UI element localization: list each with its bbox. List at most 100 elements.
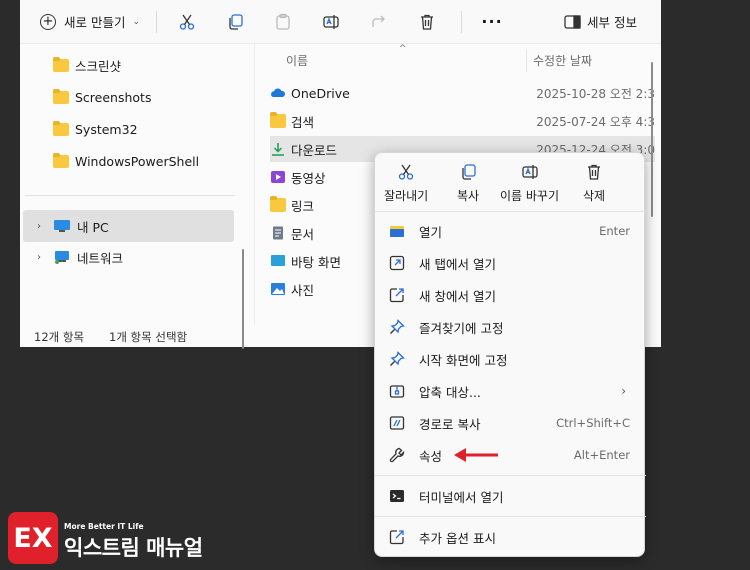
folder-icon xyxy=(53,152,69,168)
copy-path-icon xyxy=(389,416,405,430)
item-count: 12개 항목 xyxy=(34,330,85,344)
folder-icon xyxy=(53,88,69,104)
nav-item-network[interactable]: › 네트워크 xyxy=(23,241,234,273)
menu-item-label: 열기 xyxy=(419,224,443,240)
nav-folder-item[interactable]: 스크린샷 xyxy=(53,53,121,77)
nav-folder-item[interactable]: System32 xyxy=(53,117,138,141)
folder-icon xyxy=(270,112,286,128)
folder-icon xyxy=(53,56,69,72)
column-header-name[interactable]: 이름 xyxy=(286,52,308,69)
logo-name: 익스트림 매뉴얼 xyxy=(64,536,203,560)
new-window-icon xyxy=(389,288,404,303)
share-button[interactable] xyxy=(365,8,393,36)
new-button[interactable]: + 새로 만들기 ⌄ xyxy=(40,7,140,37)
nav-item-this-pc[interactable]: › 내 PC xyxy=(23,210,234,242)
paste-icon xyxy=(276,13,290,30)
nav-network-label: 네트워크 xyxy=(77,250,124,266)
copy-icon xyxy=(229,13,243,30)
more-options-icon xyxy=(389,530,404,545)
delete-button[interactable] xyxy=(413,8,441,36)
menu-item-label: 즐겨찾기에 고정 xyxy=(419,320,504,336)
menu-item-pin-start[interactable]: 시작 화면에 고정 xyxy=(381,344,640,374)
new-button-label: 새로 만들기 xyxy=(64,15,126,30)
column-divider[interactable] xyxy=(526,50,527,72)
menu-item-properties[interactable]: 속성 Alt+Enter xyxy=(381,440,640,470)
menu-item-open-new-window[interactable]: 새 창에서 열기 xyxy=(381,280,640,310)
details-pane-button[interactable]: 세부 정보 xyxy=(564,12,637,31)
column-header-date[interactable]: 수정한 날짜 xyxy=(533,52,592,69)
paste-button[interactable] xyxy=(269,8,297,36)
file-name: OneDrive xyxy=(291,85,350,101)
menu-item-open-new-tab[interactable]: 새 탭에서 열기 xyxy=(381,248,640,278)
menu-separator xyxy=(375,516,646,517)
copy-action[interactable]: 복사 xyxy=(457,163,479,204)
video-icon xyxy=(271,171,285,183)
nav-folder-item[interactable]: Screenshots xyxy=(53,85,151,109)
more-button[interactable]: ··· xyxy=(478,8,506,36)
copy-action-label: 복사 xyxy=(457,189,480,203)
cloud-icon xyxy=(271,88,286,97)
chevron-right-icon[interactable]: › xyxy=(29,252,49,263)
menu-item-label: 추가 옵션 표시 xyxy=(419,530,496,546)
folder-icon xyxy=(270,196,286,212)
menu-item-label: 새 창에서 열기 xyxy=(419,288,496,304)
delete-action[interactable]: 삭제 xyxy=(583,163,605,204)
nav-folder-label: WindowsPowerShell xyxy=(75,153,200,169)
copy-icon xyxy=(462,164,476,180)
file-name: 검색 xyxy=(291,114,315,130)
menu-item-open-terminal[interactable]: 터미널에서 열기 xyxy=(381,481,640,511)
file-date: 2025-10-28 오전 2:3 xyxy=(536,86,655,101)
desktop-icon xyxy=(271,255,285,266)
navigation-pane: 스크린샷 Screenshots System32 WindowsPowerSh… xyxy=(20,44,255,349)
nav-folder-item[interactable]: WindowsPowerShell xyxy=(53,149,199,173)
menu-item-open[interactable]: 열기 Enter xyxy=(381,216,640,246)
new-tab-icon xyxy=(389,255,405,271)
trash-icon xyxy=(588,164,601,180)
menu-item-pin-quick-access[interactable]: 즐겨찾기에 고정 xyxy=(381,312,640,342)
selection-count: 1개 항목 선택함 xyxy=(109,330,188,344)
document-icon xyxy=(273,226,283,240)
scissors-icon xyxy=(179,14,195,30)
details-pane-label: 세부 정보 xyxy=(587,15,637,30)
rename-action[interactable]: 이름 바꾸기 xyxy=(500,163,559,204)
menu-item-shortcut: Ctrl+Shift+C xyxy=(556,416,630,430)
file-row[interactable]: OneDrive 2025-10-28 오전 2:3 xyxy=(270,80,655,106)
rename-button[interactable] xyxy=(317,8,345,36)
share-icon xyxy=(372,15,385,27)
cut-action[interactable]: 잘라내기 xyxy=(384,163,428,204)
nav-divider xyxy=(25,195,235,196)
file-row[interactable]: 검색 2025-07-24 오후 4:3 xyxy=(270,108,655,134)
chevron-right-icon[interactable]: › xyxy=(29,221,49,232)
menu-item-copy-path[interactable]: 경로로 복사 Ctrl+Shift+C xyxy=(381,408,640,438)
trash-icon xyxy=(421,14,434,30)
download-icon xyxy=(272,143,284,156)
file-date: 2025-07-24 오후 4:3 xyxy=(536,114,655,129)
logo-tagline: More Better IT Life xyxy=(64,522,144,531)
nav-this-pc-label: 내 PC xyxy=(77,219,109,235)
menu-item-compress[interactable]: 압축 대상... › xyxy=(381,376,640,406)
menu-separator xyxy=(375,211,646,212)
context-menu-quick-actions: 잘라내기 복사 이름 바꾸기 삭제 xyxy=(375,153,646,211)
pin-icon xyxy=(390,351,405,366)
open-folder-icon xyxy=(390,226,404,237)
logo-mark: EX xyxy=(8,512,58,564)
copy-button[interactable] xyxy=(221,8,249,36)
nav-folder-label: System32 xyxy=(75,121,138,137)
chevron-down-icon: ⌄ xyxy=(132,16,141,27)
red-arrow-annotation xyxy=(454,448,498,462)
nav-folder-label: 스크린샷 xyxy=(75,58,122,74)
delete-action-label: 삭제 xyxy=(583,189,606,203)
scissors-icon xyxy=(398,164,414,180)
nav-folder-label: Screenshots xyxy=(75,89,152,105)
rename-icon xyxy=(521,165,538,179)
context-menu: 잘라내기 복사 이름 바꾸기 삭제 열기 Enter 새 탭에서 열기 새 창에… xyxy=(374,152,646,557)
cut-button[interactable] xyxy=(173,8,201,36)
file-list-scrollbar[interactable] xyxy=(651,62,653,217)
menu-separator xyxy=(375,475,646,476)
menu-item-label: 시작 화면에 고정 xyxy=(419,352,508,368)
toolbar-divider xyxy=(461,10,463,33)
menu-item-more-options[interactable]: 추가 옵션 표시 xyxy=(381,522,640,552)
rename-icon xyxy=(323,14,339,29)
zip-icon xyxy=(389,385,405,398)
plus-icon: + xyxy=(40,13,56,30)
